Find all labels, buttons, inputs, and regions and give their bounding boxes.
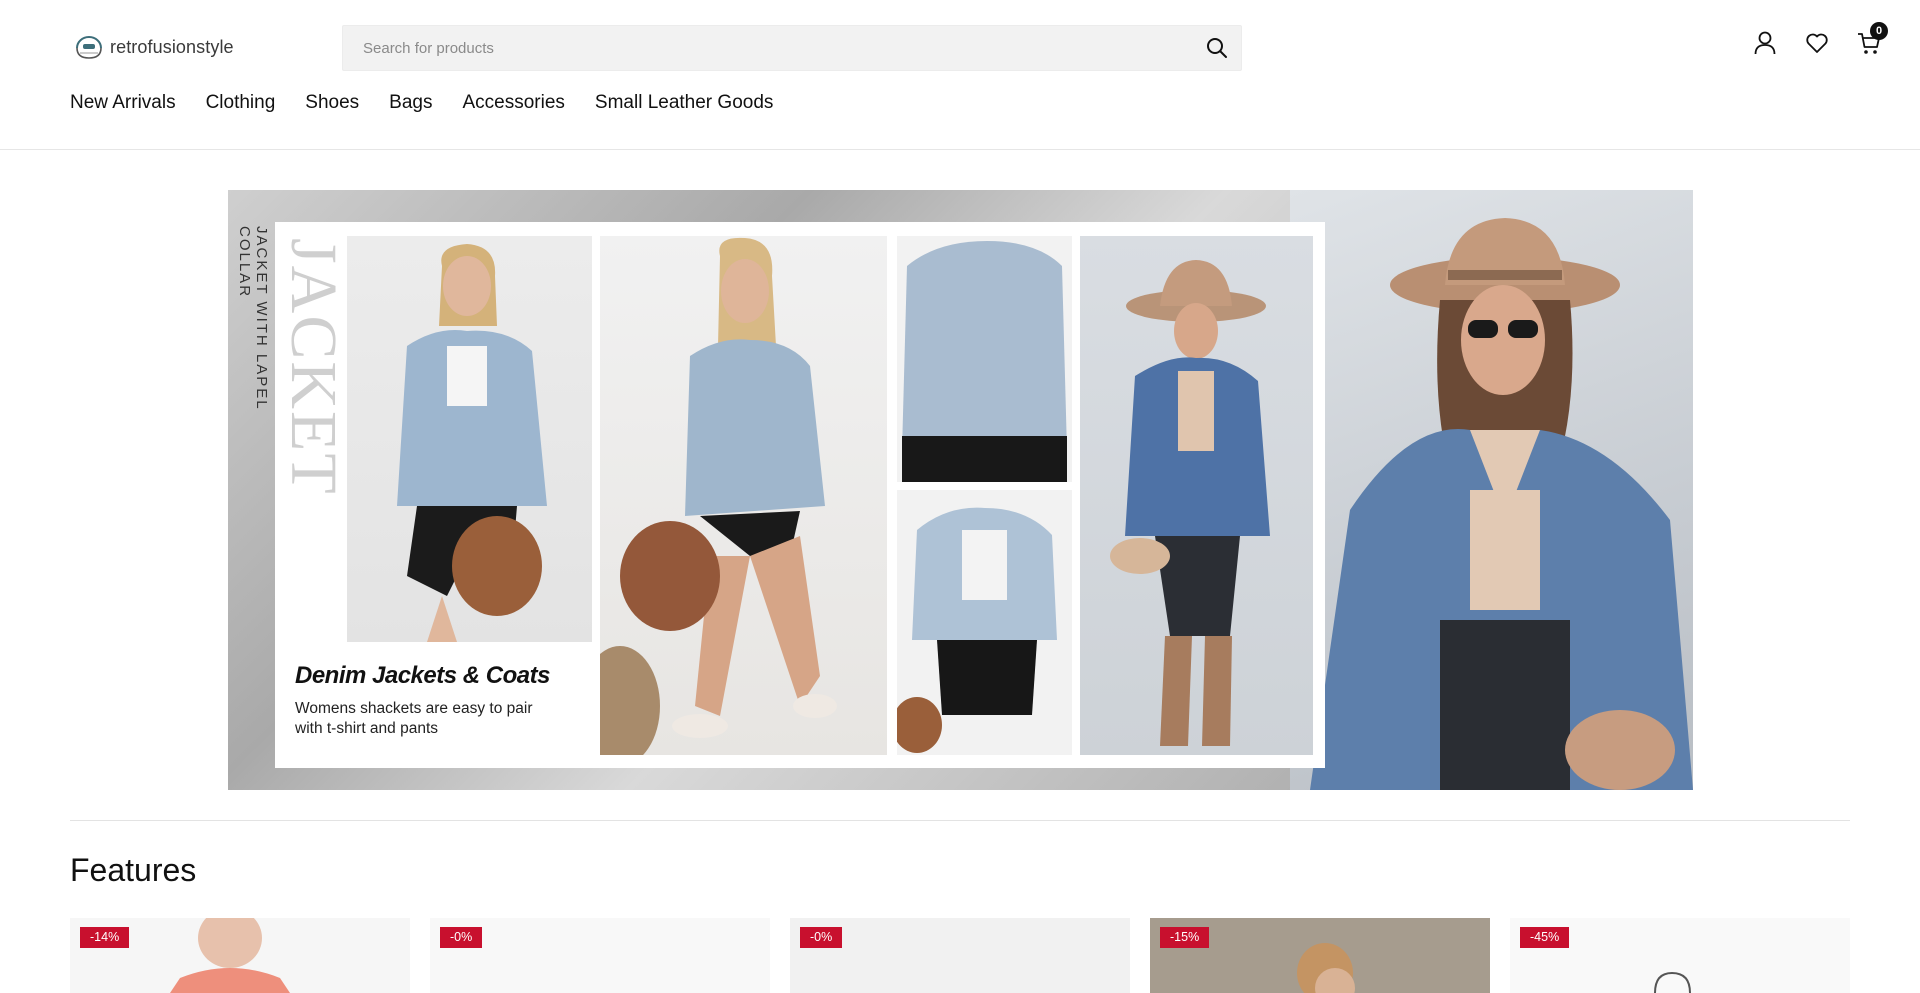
product-card[interactable]: -15% — [1150, 918, 1490, 993]
hero-card: JACKET Denim Jackets & Coats Womens shac… — [275, 222, 1325, 768]
hero-photo-4 — [897, 490, 1072, 755]
product-card[interactable]: -14% — [70, 918, 410, 993]
user-icon[interactable] — [1752, 30, 1778, 56]
product-card[interactable]: -0% — [790, 918, 1130, 993]
hero-photo-model-hat — [1290, 190, 1693, 790]
nav-item-accessories[interactable]: Accessories — [462, 92, 564, 114]
hero-photo-1 — [347, 236, 592, 642]
features-title: Features — [70, 852, 197, 888]
logo-icon — [74, 34, 104, 60]
product-card[interactable]: -45% — [1510, 918, 1850, 993]
section-divider — [70, 820, 1850, 821]
product-card[interactable]: -0% — [430, 918, 770, 993]
cart-icon[interactable]: 0 — [1856, 22, 1888, 56]
logo-text: retrofusionstyle — [110, 36, 234, 57]
logo[interactable]: retrofusionstyle — [74, 34, 234, 60]
hero-vertical-title: JACKET — [277, 238, 350, 496]
features-product-row: -14% -0% -0% -15% -45% — [70, 918, 1850, 993]
hero-description: Womens shackets are easy to pair with t-… — [295, 700, 533, 737]
nav-item-clothing[interactable]: Clothing — [206, 92, 276, 114]
discount-badge: -45% — [1520, 927, 1570, 948]
main-nav: New Arrivals Clothing Shoes Bags Accesso… — [70, 92, 803, 114]
search-bar — [342, 25, 1242, 71]
discount-badge: -14% — [80, 927, 130, 948]
heart-icon[interactable] — [1804, 30, 1830, 56]
nav-item-new-arrivals[interactable]: New Arrivals — [70, 92, 176, 114]
hero-vertical-caption: JACKET WITH LAPEL COLLAR — [236, 226, 270, 411]
search-icon[interactable] — [1205, 36, 1229, 60]
site-header: retrofusionstyle Search for products 0 N… — [0, 0, 1920, 150]
nav-item-shoes[interactable]: Shoes — [305, 92, 359, 114]
discount-badge: -15% — [1160, 927, 1210, 948]
search-input[interactable] — [343, 26, 1183, 70]
cart-count-badge: 0 — [1870, 22, 1888, 40]
hero-title: Denim Jackets & Coats — [295, 662, 550, 689]
discount-badge: -0% — [440, 927, 483, 948]
hero-photo-2 — [600, 236, 887, 755]
nav-item-small-leather-goods[interactable]: Small Leather Goods — [595, 92, 774, 114]
hero-photo-5 — [1080, 236, 1313, 755]
hero-banner[interactable]: JACKET WITH LAPEL COLLAR JACKET Denim Ja… — [228, 190, 1693, 790]
discount-badge: -0% — [800, 927, 843, 948]
hero-photo-3 — [897, 236, 1072, 482]
nav-item-bags[interactable]: Bags — [389, 92, 432, 114]
